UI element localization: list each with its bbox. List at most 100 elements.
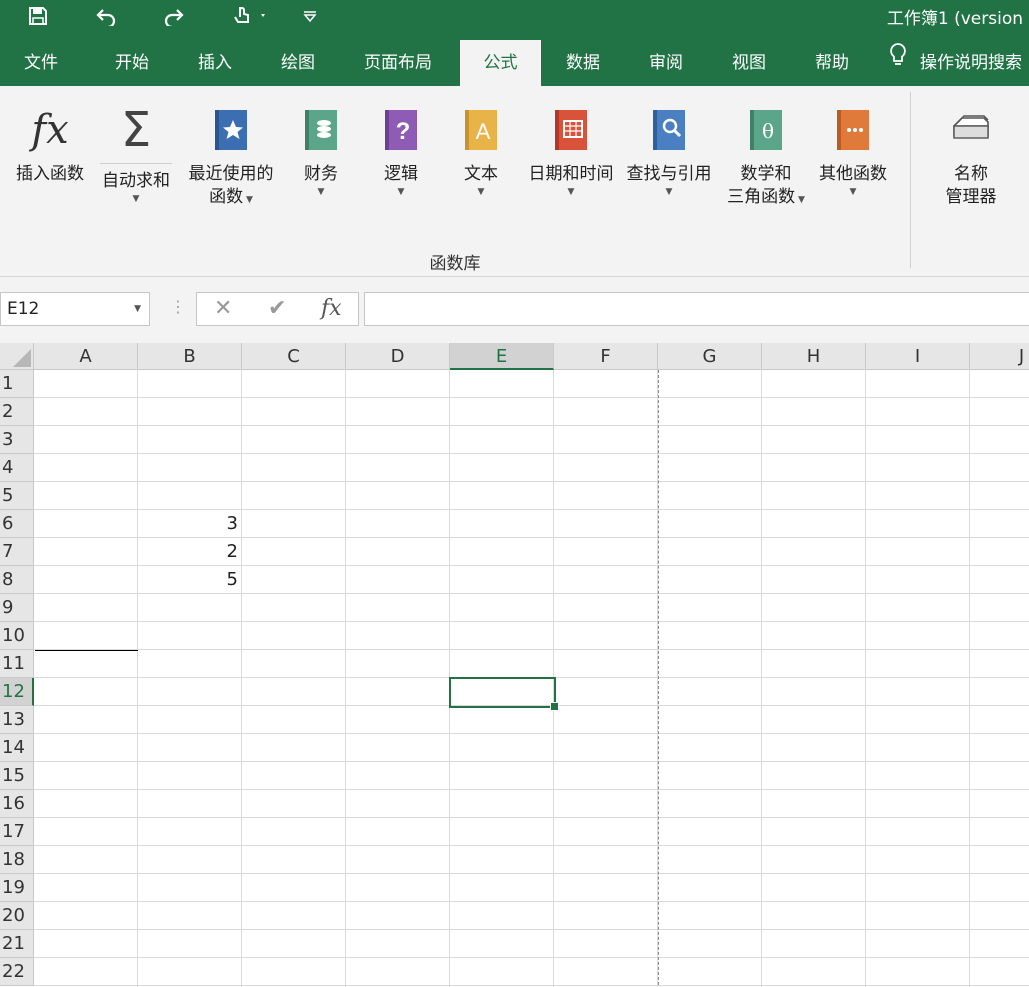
tab-page-layout[interactable]: 页面布局 [350,40,446,86]
row-header-11[interactable]: 11 [0,650,34,678]
cell-border-a10 [35,650,138,651]
row-header-5[interactable]: 5 [0,482,34,510]
grid-line [34,649,1029,650]
tab-file[interactable]: 文件 [0,40,82,86]
fill-handle[interactable] [550,702,559,711]
chevron-down-icon: ▼ [132,194,140,204]
row-header-21[interactable]: 21 [0,930,34,958]
tab-view[interactable]: 视图 [709,40,789,86]
column-header-G[interactable]: G [658,343,762,370]
column-header-B[interactable]: B [138,343,242,370]
row-header-18[interactable]: 18 [0,846,34,874]
row-header-6[interactable]: 6 [0,510,34,538]
chevron-down-icon: ▼ [567,187,575,197]
magnifier-book-icon [622,105,716,155]
logical-button[interactable]: ? 逻辑 ▼ [376,105,426,198]
tab-formulas[interactable]: 公式 [460,40,541,86]
row-header-12[interactable]: 12 [0,678,34,706]
undo-icon[interactable] [90,0,122,32]
grid-line [34,621,1029,622]
name-box[interactable]: E12 ▼ [0,292,150,326]
row-header-4[interactable]: 4 [0,454,34,482]
column-header-J[interactable]: J [970,343,1029,370]
lightbulb-icon [888,40,908,86]
column-header-F[interactable]: F [554,343,658,370]
math-trig-label-2: 三角函数 [727,187,796,207]
spreadsheet-grid[interactable]: A B C D E F G H I J 1 2 3 4 5 6 7 8 9 10 11 12 13 14 15 16 17 18 19 2… [0,343,1029,987]
row-header-15[interactable]: 15 [0,762,34,790]
page-break-line [658,370,659,987]
row-header-1[interactable]: 1 [0,370,34,398]
math-trig-button[interactable]: θ 数学和 三角函数 ▼ [720,105,812,212]
text-label: 文本 [464,164,498,184]
touch-mode-icon[interactable] [228,0,272,32]
date-time-button[interactable]: 日期和时间 ▼ [524,105,618,198]
name-manager-button[interactable]: 名称 管理器 [936,105,1006,209]
name-manager-label: 名称 [954,164,988,184]
insert-function-button[interactable]: fx 插入函数 [8,105,92,186]
cancel-icon[interactable]: ✕ [214,296,232,321]
lookup-reference-button[interactable]: 查找与引用 ▼ [622,105,716,198]
row-header-7[interactable]: 7 [0,538,34,566]
tab-draw[interactable]: 绘图 [258,40,338,86]
grid-line [34,817,1029,818]
select-all-button[interactable] [0,343,34,370]
row-header-22[interactable]: 22 [0,958,34,986]
column-header-C[interactable]: C [242,343,346,370]
cell-B6[interactable]: 3 [138,510,242,538]
customize-quick-access-icon[interactable] [298,0,322,32]
tab-insert[interactable]: 插入 [176,40,254,86]
grid-line [34,901,1029,902]
more-functions-button[interactable]: 其他函数 ▼ [814,105,892,198]
calendar-book-icon [524,105,618,155]
chevron-down-icon: ▼ [477,187,485,197]
insert-function-label: 插入函数 [16,164,84,184]
tab-home[interactable]: 开始 [92,40,172,86]
tell-me-box[interactable]: 操作说明搜索 [888,40,1029,86]
tab-help[interactable]: 帮助 [792,40,872,86]
formula-input[interactable] [364,292,1029,326]
text-button[interactable]: A 文本 ▼ [456,105,506,198]
row-header-13[interactable]: 13 [0,706,34,734]
row-header-2[interactable]: 2 [0,398,34,426]
svg-text:θ: θ [762,119,774,143]
column-header-D[interactable]: D [346,343,450,370]
chevron-down-icon[interactable]: ▼ [134,293,141,325]
grid-line [34,845,1029,846]
row-header-16[interactable]: 16 [0,790,34,818]
sigma-icon: Σ [120,101,152,158]
column-header-I[interactable]: I [866,343,970,370]
ribbon-group-divider [910,92,911,268]
row-header-19[interactable]: 19 [0,874,34,902]
grid-line [969,370,970,987]
insert-function-icon[interactable]: fx [321,296,342,321]
row-header-8[interactable]: 8 [0,566,34,594]
name-manager-label-2: 管理器 [945,187,997,207]
formula-bar-grip[interactable]: ⋮ [170,297,186,316]
column-header-H[interactable]: H [762,343,866,370]
enter-icon[interactable]: ✔ [268,296,286,321]
row-header-10[interactable]: 10 [0,622,34,650]
financial-label: 财务 [304,164,338,184]
column-header-E[interactable]: E [450,343,554,370]
save-icon[interactable] [22,0,54,32]
selected-cell-outline[interactable] [449,677,556,708]
cell-B8[interactable]: 5 [138,566,242,594]
chevron-down-icon: ▼ [665,187,673,197]
recently-used-button[interactable]: 最近使用的 函数 ▼ [182,105,280,212]
column-header-A[interactable]: A [34,343,138,370]
grid-line [34,425,1029,426]
financial-button[interactable]: 财务 ▼ [296,105,346,198]
cell-B7[interactable]: 2 [138,538,242,566]
recently-used-label: 最近使用的 [188,164,274,184]
redo-icon[interactable] [158,0,190,32]
date-time-label: 日期和时间 [528,164,614,184]
tab-review[interactable]: 审阅 [626,40,706,86]
row-header-3[interactable]: 3 [0,426,34,454]
tab-data[interactable]: 数据 [543,40,623,86]
row-header-14[interactable]: 14 [0,734,34,762]
autosum-button[interactable]: Σ 自动求和 ▼ [96,105,176,205]
row-header-9[interactable]: 9 [0,594,34,622]
row-header-17[interactable]: 17 [0,818,34,846]
row-header-20[interactable]: 20 [0,902,34,930]
